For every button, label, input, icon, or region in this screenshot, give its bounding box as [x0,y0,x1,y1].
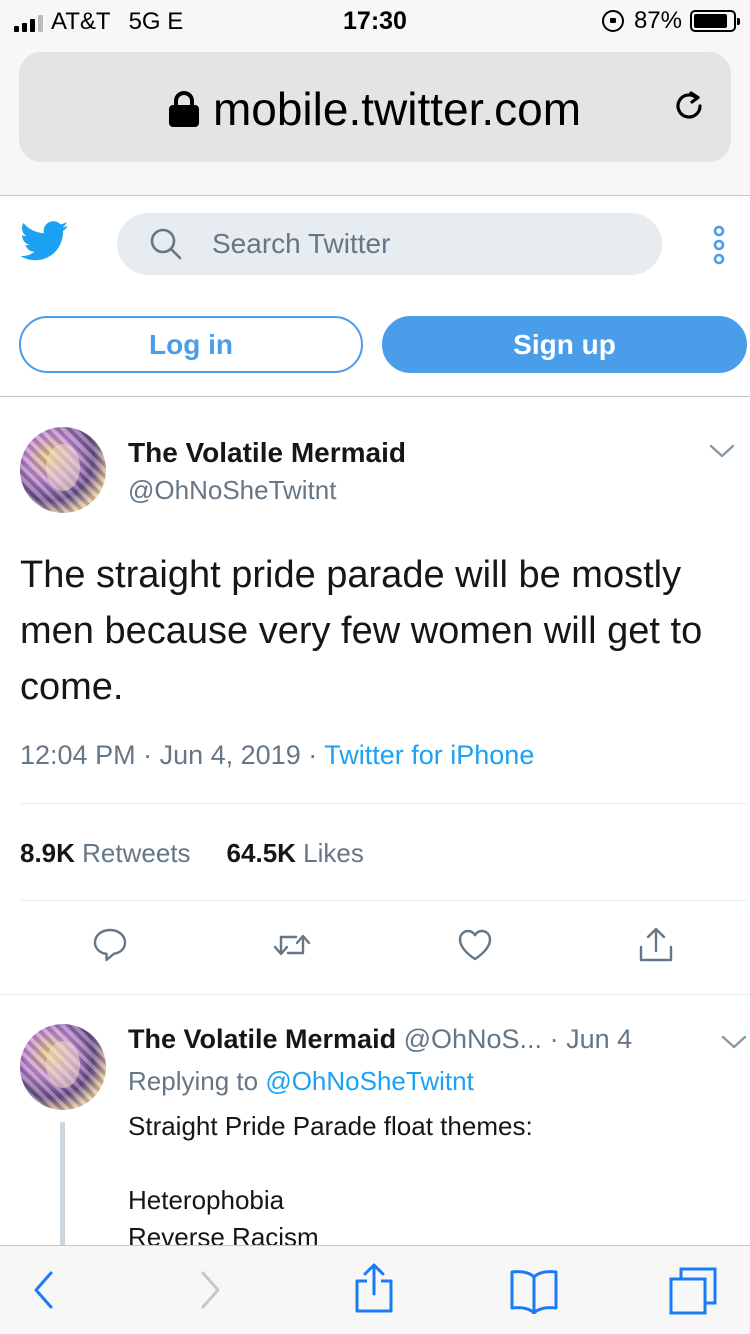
tweet-date: Jun 4, 2019 [159,740,301,770]
address-bar[interactable]: mobile.twitter.com [19,52,731,162]
reply-author-handle[interactable]: @OhNoS... [404,1024,542,1054]
reply-line: Straight Pride Parade float themes: [128,1111,533,1141]
author-handle[interactable]: @OhNoSheTwitnt [128,475,336,506]
share-icon[interactable] [636,925,676,965]
search-icon [150,228,182,260]
browser-toolbar [0,1245,750,1334]
share-icon[interactable] [352,1262,396,1314]
retweets-stat[interactable]: 8.9K Retweets [20,838,191,869]
reply-icon[interactable] [90,925,130,965]
battery-percent: 87% [633,7,682,34]
reply-tweet[interactable]: The Volatile Mermaid @OhNoS... · Jun 4 R… [0,996,750,1246]
divider [20,803,747,804]
status-bar: AT&T 5G E 17:30 87% [0,0,750,40]
reply-blank-line [128,1145,533,1182]
search-input[interactable] [212,227,632,261]
battery-fill [694,14,728,28]
status-right: 87% [601,7,740,35]
lock-icon [168,91,199,127]
reply-text: Straight Pride Parade float themes: Hete… [128,1108,533,1246]
author-name[interactable]: The Volatile Mermaid [128,437,406,469]
search-box[interactable] [117,213,662,275]
reply-date[interactable]: Jun 4 [566,1024,632,1054]
replying-to-handle[interactable]: @OhNoSheTwitnt [265,1066,473,1096]
tabs-icon[interactable] [668,1266,718,1316]
rotation-lock-icon [601,10,624,32]
chevron-down-icon[interactable] [721,1034,747,1050]
meta-separator: · [549,1024,567,1054]
back-arrow-icon[interactable] [30,1268,56,1312]
heart-icon[interactable] [455,925,495,965]
thread-line [60,1122,65,1246]
tweet-text: The straight pride parade will be mostly… [20,554,703,708]
retweets-label: Retweets [82,838,191,868]
tweet-source-link[interactable]: Twitter for iPhone [324,740,534,770]
bookmarks-icon[interactable] [508,1268,560,1314]
tweet-time: 12:04 PM [20,740,136,770]
avatar[interactable] [20,1024,106,1110]
retweets-count: 8.9K [20,838,75,868]
likes-count: 64.5K [226,838,296,868]
replying-to: Replying to @OhNoSheTwitnt [128,1066,474,1097]
reply-line: Heterophobia [128,1185,285,1215]
reload-icon[interactable] [671,88,707,124]
battery-icon [690,10,740,32]
tweet-stats: 8.9K Retweets 64.5K Likes [20,838,364,869]
address-content: mobile.twitter.com [19,82,731,136]
replying-label: Replying to [128,1066,259,1096]
divider [20,900,747,901]
likes-label: Likes [303,838,364,868]
chevron-down-icon[interactable] [709,443,735,459]
reply-line: Reverse Racism [128,1222,319,1246]
likes-stat[interactable]: 64.5K Likes [227,838,364,869]
signup-button[interactable]: Sign up [382,316,747,373]
meta-separator: · [143,740,160,770]
forward-arrow-icon[interactable] [198,1268,224,1312]
browser-header: mobile.twitter.com [0,40,750,196]
retweet-icon[interactable] [272,925,312,965]
url-text: mobile.twitter.com [212,83,582,135]
more-vertical-icon[interactable] [708,225,730,265]
reply-header: The Volatile Mermaid @OhNoS... · Jun 4 [128,1024,632,1055]
tweet-meta: 12:04 PM · Jun 4, 2019 · Twitter for iPh… [20,740,534,771]
main-tweet: The Volatile Mermaid @OhNoSheTwitnt The … [0,397,750,995]
tweet-actions [0,917,750,977]
meta-separator: · [308,740,325,770]
login-button[interactable]: Log in [19,316,363,373]
reply-author-name[interactable]: The Volatile Mermaid [128,1024,396,1054]
twitter-bird-icon[interactable] [20,221,68,261]
twitter-header: Log in Sign up [0,197,750,397]
avatar[interactable] [20,427,106,513]
